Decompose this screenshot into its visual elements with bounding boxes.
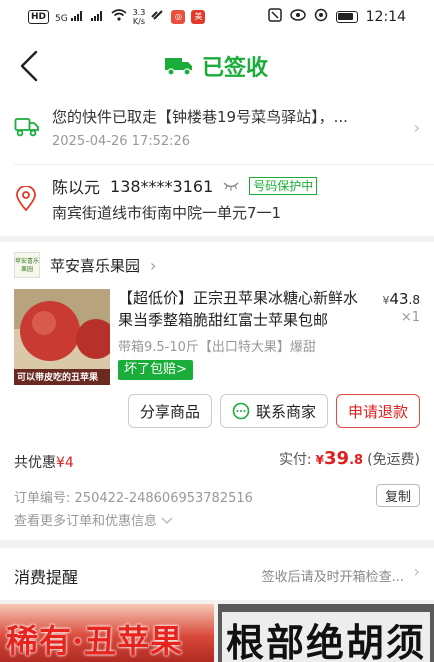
promo-banner-left[interactable]: 稀有·丑苹果 xyxy=(0,604,214,662)
alarm-icon xyxy=(267,8,282,26)
app-notification-icon-2: 美 xyxy=(191,10,206,24)
store-link[interactable]: 苹安喜乐果园 苹安喜乐果园 › xyxy=(14,252,156,278)
logistics-address-card: 您的快件已取走【钟楼巷19号菜鸟驿站】，... 2025-04-26 17:52… xyxy=(0,98,434,236)
delivery-truck-icon xyxy=(165,58,192,76)
contact-seller-label: 联系商家 xyxy=(255,402,316,421)
paid-label: 实付: xyxy=(278,452,312,468)
order-number-value: 250422-248606953782516 xyxy=(74,491,253,506)
shipping-truck-icon xyxy=(14,118,39,137)
recipient-phone: 138****3161 xyxy=(110,176,214,196)
damage-guarantee-badge[interactable]: 坏了包赔> xyxy=(118,360,193,380)
paid-int: 39 xyxy=(324,448,350,469)
address-detail: 南宾街道线市街南中院一单元7一1 xyxy=(52,204,282,222)
order-number: 订单编号: 250422-248606953782516 xyxy=(14,487,253,506)
status-bar: HD 5G 3.3 K/s ◎ 美 12:14 xyxy=(0,0,434,36)
store-logo: 苹安喜乐果园 xyxy=(14,252,40,278)
signal-5g-icon: 5G xyxy=(55,10,85,24)
order-card: 苹安喜乐果园 苹安喜乐果园 › 可以带皮吃的丑苹果 【超低价】正宗丑苹果冰糖心新… xyxy=(0,242,434,540)
recipient-name: 陈以元 xyxy=(52,178,101,197)
logistics-row[interactable]: 您的快件已取走【钟楼巷19号菜鸟驿站】，... 2025-04-26 17:52… xyxy=(0,98,434,162)
reminder-text: 签收后请及时开箱检查... xyxy=(261,570,404,585)
request-refund-label: 申请退款 xyxy=(347,402,408,421)
share-product-button[interactable]: 分享商品 xyxy=(128,394,212,428)
product-quantity: ×1 xyxy=(400,310,420,325)
share-product-label: 分享商品 xyxy=(139,402,200,421)
reminder-title: 消费提醒 xyxy=(14,568,79,587)
discount-value: ¥4 xyxy=(56,455,74,471)
app-slash-icon xyxy=(151,8,165,26)
signal-5g-label: 5G xyxy=(55,13,68,24)
product-price: ¥43.8 xyxy=(382,290,420,308)
chat-icon xyxy=(232,402,250,420)
chevron-right-icon: › xyxy=(150,255,157,275)
logistics-time: 2025-04-26 17:52:26 xyxy=(52,134,191,149)
promo-banner-right-text: 根部绝胡须 xyxy=(222,612,431,662)
chevron-right-icon: › xyxy=(413,118,420,137)
product-image[interactable]: 可以带皮吃的丑苹果 xyxy=(14,289,110,385)
status-time: 12:14 xyxy=(365,9,406,25)
sync-icon xyxy=(314,8,328,26)
paid-dec: .8 xyxy=(349,453,364,468)
app-notification-icon: ◎ xyxy=(171,10,186,24)
eye-closed-icon[interactable] xyxy=(223,181,239,191)
price-dec: .8 xyxy=(408,293,420,307)
paid-amount: ¥39.8 xyxy=(316,448,363,469)
order-number-label: 订单编号: xyxy=(14,491,71,506)
store-name: 苹安喜乐果园 xyxy=(50,256,141,275)
page-header: 已签收 xyxy=(0,36,434,98)
paid-summary: 实付: ¥39.8 (免运费) xyxy=(279,448,420,469)
product-image-caption: 可以带皮吃的丑苹果 xyxy=(17,373,99,383)
back-button[interactable] xyxy=(18,46,48,86)
consumer-reminder-row[interactable]: 消费提醒 签收后请及时开箱检查... › xyxy=(0,548,434,600)
divider xyxy=(14,164,434,165)
net-speed: 3.3 K/s xyxy=(133,8,146,26)
order-status-title: 已签收 xyxy=(164,50,268,82)
number-protection-tag: 号码保护中 xyxy=(249,177,318,195)
copy-order-button[interactable]: 复制 xyxy=(375,484,420,507)
hd-icon: HD xyxy=(28,10,50,24)
product-title[interactable]: 【超低价】正宗丑苹果冰糖心新鲜水果当季整箱脆甜红富士苹果包邮 xyxy=(118,287,368,331)
signal-x-icon xyxy=(90,10,105,25)
promo-banner-right[interactable]: 根部绝胡须 xyxy=(218,604,434,662)
eye-icon xyxy=(289,8,306,26)
price-int: 43 xyxy=(389,290,409,308)
discount-summary: 共优惠¥4 xyxy=(14,452,74,472)
more-orders-label: 查看更多订单和优惠信息 xyxy=(14,514,158,529)
paid-currency: ¥ xyxy=(315,453,325,467)
net-speed-unit: K/s xyxy=(132,17,146,26)
location-pin-icon xyxy=(16,186,36,212)
recipient-info: 陈以元 138****3161 号码保护中 xyxy=(52,174,318,198)
wifi-icon xyxy=(111,9,127,25)
chevron-down-icon xyxy=(161,517,173,524)
more-orders-link[interactable]: 查看更多订单和优惠信息 xyxy=(14,510,173,529)
contact-seller-button[interactable]: 联系商家 xyxy=(220,394,328,428)
battery-icon xyxy=(335,11,358,23)
page-title: 已签收 xyxy=(202,56,269,81)
product-spec: 带箱9.5-10斤【出口特大果】爆甜 xyxy=(118,340,316,355)
paid-note: (免运费) xyxy=(367,452,420,468)
discount-label: 共优惠 xyxy=(14,455,56,471)
request-refund-button[interactable]: 申请退款 xyxy=(336,394,420,428)
chevron-right-icon: › xyxy=(413,562,420,581)
logistics-text: 您的快件已取走【钟楼巷19号菜鸟驿站】，... xyxy=(52,108,348,126)
promo-banner-left-text: 稀有·丑苹果 xyxy=(6,622,184,660)
net-speed-value: 3.3 xyxy=(132,8,146,17)
chevron-left-icon xyxy=(20,50,38,82)
